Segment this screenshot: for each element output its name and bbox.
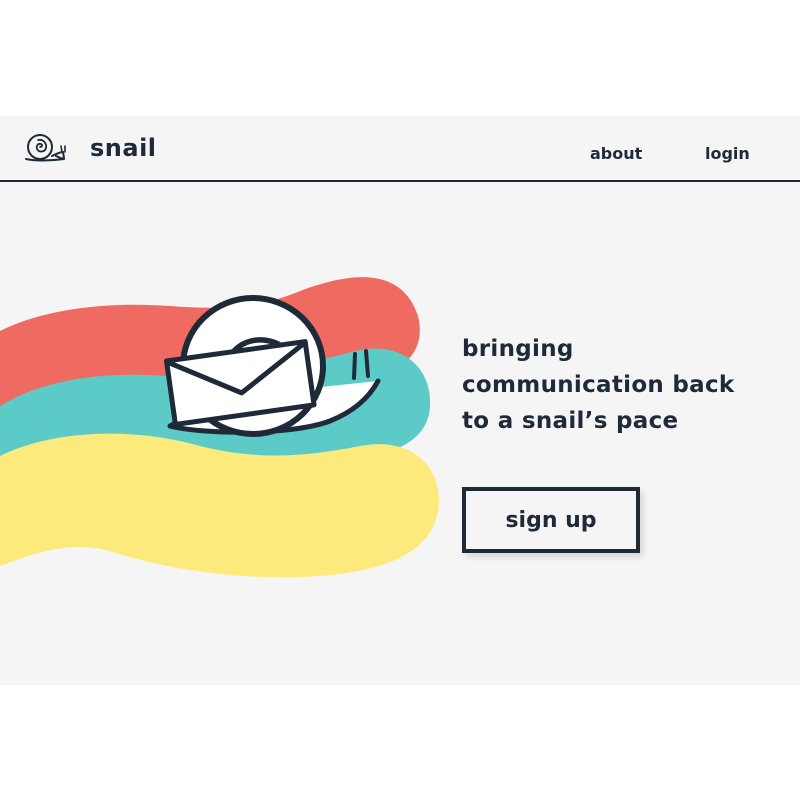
- page-canvas: snail about login bringing communication…: [0, 116, 800, 685]
- hero-illustration: [0, 277, 439, 578]
- snail-icon[interactable]: [20, 130, 70, 166]
- hero-tagline: bringing communication back to a snail’s…: [462, 331, 782, 439]
- nav-link-about[interactable]: about: [590, 144, 642, 163]
- nav-link-login[interactable]: login: [705, 144, 750, 163]
- yellow-wave: [0, 433, 439, 578]
- brand-name[interactable]: snail: [90, 134, 157, 162]
- tagline-line: bringing: [462, 336, 574, 362]
- tagline-line: communication back: [462, 372, 735, 398]
- site-header: snail about login: [0, 116, 800, 182]
- sign-up-button[interactable]: sign up: [462, 487, 640, 553]
- tagline-line: to a snail’s pace: [462, 408, 679, 434]
